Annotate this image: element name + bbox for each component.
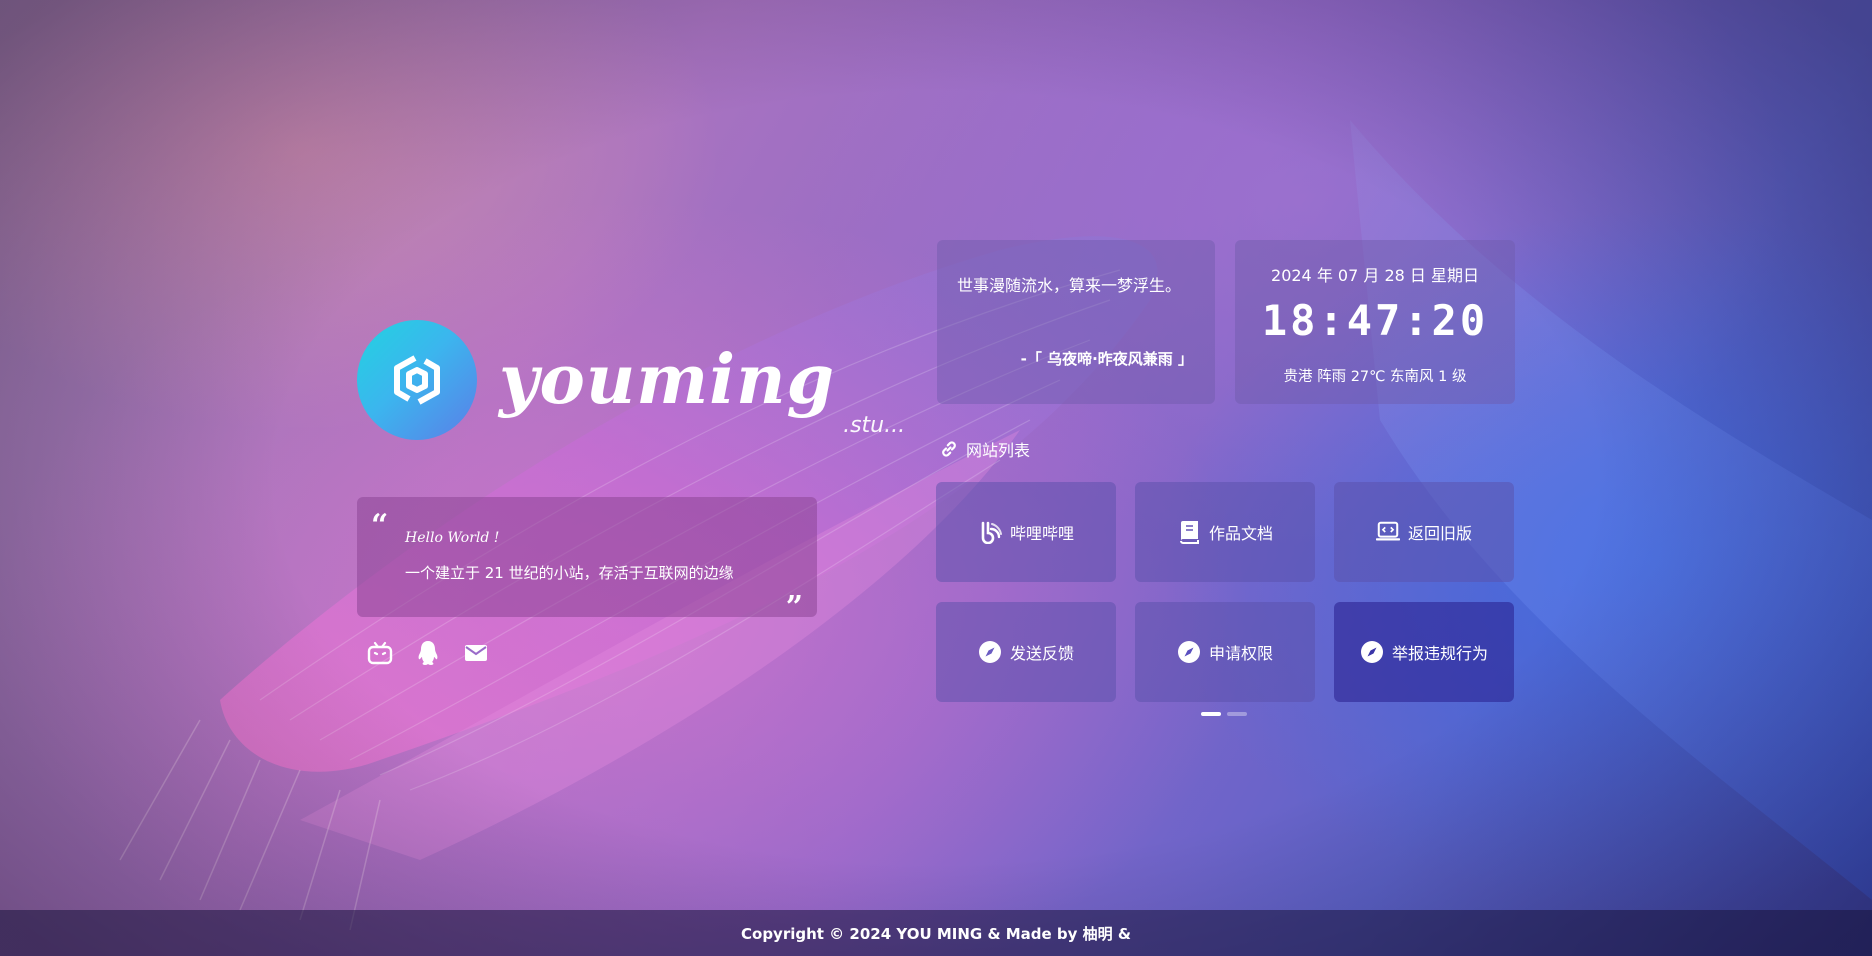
feather-background	[119, 120, 1872, 931]
monitor-code-icon	[1375, 520, 1400, 544]
site-button-label: 返回旧版	[1407, 524, 1472, 543]
site-button-label: 举报违规行为	[1391, 644, 1488, 663]
site-list-label: 网站列表	[966, 441, 1031, 460]
site-button-label: 哔哩哔哩	[1009, 524, 1074, 543]
pager-dot-1[interactable]	[1201, 712, 1221, 716]
date-text: 2024 年 07 月 28 日 星期日	[1271, 266, 1479, 285]
quote-open-icon: “	[371, 508, 389, 543]
pager-dot-2[interactable]	[1227, 712, 1247, 716]
poem-source: -「 乌夜啼·昨夜风兼雨 」	[1020, 350, 1193, 368]
brand-logo: youming .stu...	[357, 320, 905, 440]
brand-name: youming	[499, 340, 836, 420]
vignette-overlay	[0, 0, 1872, 956]
site-button-label: 申请权限	[1208, 644, 1273, 663]
site-button-report[interactable]: 举报违规行为	[1334, 602, 1514, 702]
footer: Copyright © 2024 YOU MING & Made by 柚明 &	[0, 910, 1872, 956]
poem-text: 世事漫随流水，算来一梦浮生。	[957, 276, 1182, 295]
qq-icon[interactable]	[415, 640, 441, 666]
quote-close-icon: ”	[785, 590, 803, 625]
intro-description: 一个建立于 21 世纪的小站，存活于互联网的边缘	[405, 564, 734, 582]
compass-icon	[1177, 640, 1201, 664]
poem-card[interactable]: 世事漫随流水，算来一梦浮生。 -「 乌夜啼·昨夜风兼雨 」	[937, 240, 1215, 404]
compass-icon	[1360, 640, 1384, 664]
site-button-docs[interactable]: 作品文档	[1135, 482, 1315, 582]
site-button-label: 发送反馈	[1009, 644, 1074, 663]
brand-suffix: .stu...	[843, 413, 906, 438]
link-icon	[942, 441, 956, 457]
site-list-title: 网站列表	[940, 437, 1030, 461]
copyright-text: Copyright © 2024 YOU MING & Made by 柚明 &	[741, 924, 1131, 943]
site-button-label: 作品文档	[1208, 524, 1273, 543]
book-icon	[1177, 520, 1201, 544]
bilibili-logo-icon	[978, 520, 1002, 544]
mail-icon[interactable]	[463, 640, 489, 666]
clock-text: 18:47:20	[1261, 296, 1489, 345]
social-links	[367, 640, 489, 666]
site-button-legacy[interactable]: 返回旧版	[1334, 482, 1514, 582]
time-card: 2024 年 07 月 28 日 星期日 18:47:20 贵港 阵雨 27℃ …	[1235, 240, 1515, 404]
site-list-pager	[1201, 712, 1247, 716]
intro-hello: Hello World !	[405, 530, 500, 546]
site-button-feedback[interactable]: 发送反馈	[936, 602, 1116, 702]
compass-icon	[978, 640, 1002, 664]
bilibili-icon[interactable]	[367, 640, 393, 666]
site-button-permission[interactable]: 申请权限	[1135, 602, 1315, 702]
weather-text: 贵港 阵雨 27℃ 东南风 1 级	[1283, 369, 1467, 385]
logo-mark-icon	[357, 320, 477, 440]
site-button-bilibili[interactable]: 哔哩哔哩	[936, 482, 1116, 582]
intro-card: “ Hello World ! 一个建立于 21 世纪的小站，存活于互联网的边缘…	[357, 497, 817, 623]
